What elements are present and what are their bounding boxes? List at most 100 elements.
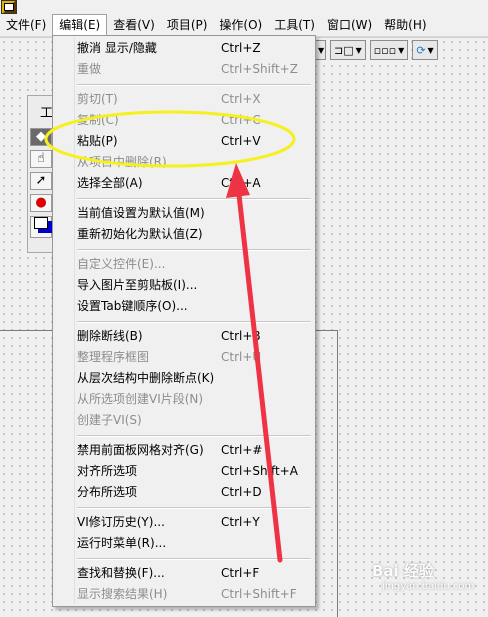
- menu-row[interactable]: 查找和替换(F)... Ctrl+F: [77, 563, 307, 584]
- menu-separator: [77, 84, 311, 86]
- menu-row-shortcut: Ctrl+X: [221, 92, 261, 106]
- menu-row[interactable]: 当前值设置为默认值(M): [77, 203, 307, 224]
- menu-separator: [77, 249, 311, 251]
- auto-tool-icon: ◆: [36, 129, 46, 144]
- menu-separator: [77, 321, 311, 323]
- menu-row-shortcut: Ctrl+D: [221, 485, 262, 499]
- menu-row-shortcut: Ctrl+#: [221, 443, 263, 457]
- menu-row-shortcut: Ctrl+F: [221, 566, 260, 580]
- menu-row-label: 从所选项创建VI片段(N): [77, 392, 204, 406]
- menu-row-label: 分布所选项: [77, 485, 138, 499]
- menu-row-shortcut: Ctrl+Y: [221, 515, 260, 529]
- arrow-icon: ➚: [35, 173, 47, 188]
- menu-row-label: 删除断线(B): [77, 329, 143, 343]
- menu-separator: [77, 507, 311, 509]
- title-bar: [0, 0, 488, 14]
- menu-5[interactable]: 工具(T): [268, 14, 321, 36]
- menu-row[interactable]: 设置Tab键顺序(O)...: [77, 296, 307, 317]
- menu-separator: [77, 558, 311, 560]
- chevron-down-icon: ▼: [398, 45, 405, 55]
- menu-0[interactable]: 文件(F): [0, 14, 52, 36]
- color-icon: [34, 217, 48, 229]
- menu-row-label: 撤消 显示/隐藏: [77, 41, 157, 55]
- menu-row: 显示搜索结果(H) Ctrl+Shift+F: [77, 584, 307, 605]
- hand-icon: ☝: [37, 151, 45, 166]
- distribute-objects-button[interactable]: ▫▫▫ ▼: [369, 40, 409, 60]
- menu-row-shortcut: Ctrl+Shift+A: [221, 464, 298, 478]
- menu-row-label: 剪切(T): [77, 92, 118, 106]
- menu-separator: [77, 435, 311, 437]
- menu-row[interactable]: 删除断线(B) Ctrl+B: [77, 326, 307, 347]
- menu-row-label: 选择全部(A): [77, 176, 143, 190]
- position-tool-button[interactable]: ➚: [30, 172, 52, 190]
- menu-row[interactable]: 分布所选项 Ctrl+D: [77, 482, 307, 503]
- menu-row-label: 复制(C): [77, 113, 119, 127]
- menu-row-shortcut: Ctrl+B: [221, 329, 261, 343]
- auto-tool-button[interactable]: ◆: [30, 128, 52, 146]
- color-tool-button[interactable]: [30, 216, 52, 238]
- menu-2[interactable]: 查看(V): [107, 14, 161, 36]
- edit-menu-dropdown: 撤消 显示/隐藏 Ctrl+Z 重做 Ctrl+Shift+Z 剪切(T) Ctrl+X 复…: [52, 35, 316, 607]
- menu-row[interactable]: 选择全部(A) Ctrl+A: [77, 173, 307, 194]
- align-icon: ⊐□: [334, 43, 354, 57]
- watermark: Bai 经验 jingyan.baidu.com: [372, 560, 474, 592]
- menu-row: 从项目中删除(R): [77, 152, 307, 173]
- menu-row-label: 从层次结构中删除断点(K): [77, 371, 215, 385]
- reorder-button[interactable]: ⟳ ▼: [412, 40, 438, 60]
- menu-row-label: 从项目中删除(R): [77, 155, 167, 169]
- menu-row-shortcut: Ctrl+C: [221, 113, 261, 127]
- menu-row-shortcut: Ctrl+Shift+F: [221, 587, 297, 601]
- watermark-line2: jingyan.baidu.com: [382, 581, 475, 592]
- watermark-line1: Bai 经验: [372, 562, 434, 580]
- menu-row-label: 重做: [77, 62, 102, 76]
- menu-row-label: 当前值设置为默认值(M): [77, 206, 205, 220]
- align-objects-button[interactable]: ⊐□ ▼: [330, 40, 366, 60]
- breakpoint-tool-button[interactable]: ●: [30, 194, 52, 212]
- menu-row[interactable]: 重新初始化为默认值(Z): [77, 224, 307, 245]
- menu-row-label: 运行时菜单(R)...: [77, 536, 167, 550]
- menu-4[interactable]: 操作(O): [213, 14, 268, 36]
- menu-row-shortcut: Ctrl+A: [221, 176, 261, 190]
- menu-row-label: 导入图片至剪贴板(I)...: [77, 278, 198, 292]
- menu-row: 剪切(T) Ctrl+X: [77, 89, 307, 110]
- menu-row[interactable]: 导入图片至剪贴板(I)...: [77, 275, 307, 296]
- menu-3[interactable]: 项目(P): [161, 14, 214, 36]
- menu-row-label: VI修订历史(Y)...: [77, 515, 165, 529]
- menu-row: 创建子VI(S): [77, 410, 307, 431]
- menu-row-label: 自定义控件(E)...: [77, 257, 166, 271]
- menu-row[interactable]: 对齐所选项 Ctrl+Shift+A: [77, 461, 307, 482]
- reorder-icon: ⟳: [416, 43, 426, 57]
- menu-row[interactable]: 运行时菜单(R)...: [77, 533, 307, 554]
- menu-bar: 文件(F) 编辑(E) 查看(V) 项目(P) 操作(O) 工具(T) 窗口(W) 帮助(H): [0, 14, 488, 37]
- menu-row-label: 创建子VI(S): [77, 413, 142, 427]
- menu-6[interactable]: 窗口(W): [321, 14, 378, 36]
- menu-row-shortcut: Ctrl+V: [221, 134, 261, 148]
- menu-row-label: 对齐所选项: [77, 464, 138, 478]
- operate-tool-button[interactable]: ☝: [30, 150, 52, 168]
- app-icon: [1, 0, 17, 14]
- toolbar: ▼ ⊐□ ▼ ▫▫▫ ▼ ⟳ ▼: [312, 39, 438, 61]
- menu-row-label: 显示搜索结果(H): [77, 587, 168, 601]
- breakpoint-icon: ●: [35, 195, 47, 210]
- menu-1[interactable]: 编辑(E): [52, 14, 108, 36]
- menu-row-label: 设置Tab键顺序(O)...: [77, 299, 188, 313]
- menu-row: 自定义控件(E)...: [77, 254, 307, 275]
- menu-row-label: 禁用前面板网格对齐(G): [77, 443, 204, 457]
- menu-7[interactable]: 帮助(H): [378, 14, 432, 36]
- menu-row[interactable]: 撤消 显示/隐藏 Ctrl+Z: [77, 38, 307, 59]
- menu-row[interactable]: VI修订历史(Y)... Ctrl+Y: [77, 512, 307, 533]
- menu-row: 重做 Ctrl+Shift+Z: [77, 59, 307, 80]
- chevron-down-icon: ▼: [427, 45, 434, 55]
- menu-row-shortcut: Ctrl+Z: [221, 41, 261, 55]
- distribute-icon: ▫▫▫: [373, 43, 397, 57]
- menu-row-label: 整理程序框图: [77, 350, 150, 364]
- menu-row[interactable]: 从层次结构中删除断点(K): [77, 368, 307, 389]
- menu-gutter: [74, 38, 75, 604]
- menu-row[interactable]: 粘贴(P) Ctrl+V: [77, 131, 307, 152]
- menu-row-label: 重新初始化为默认值(Z): [77, 227, 203, 241]
- menu-row-shortcut: Ctrl+U: [221, 350, 262, 364]
- menu-row-label: 查找和替换(F)...: [77, 566, 165, 580]
- menu-row-label: 粘贴(P): [77, 134, 118, 148]
- menu-row[interactable]: 禁用前面板网格对齐(G) Ctrl+#: [77, 440, 307, 461]
- chevron-down-icon: ▼: [355, 45, 362, 55]
